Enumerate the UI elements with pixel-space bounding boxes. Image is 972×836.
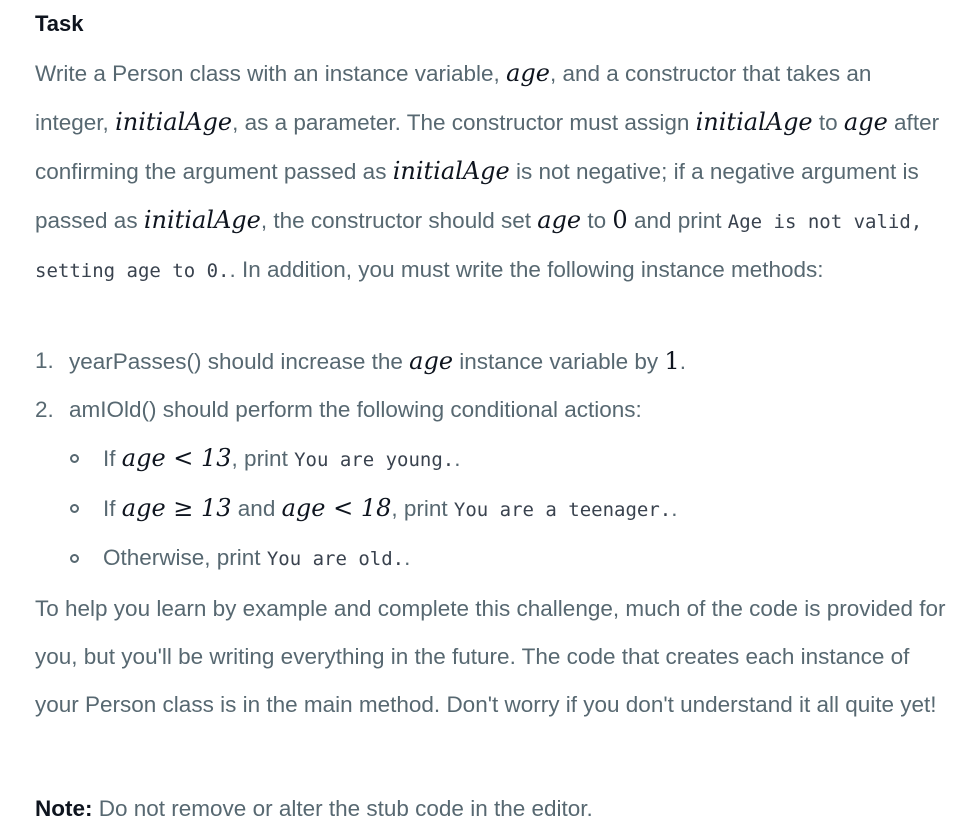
math-initial-age: initialAge xyxy=(115,108,233,136)
method-text: yearPasses() should increase the xyxy=(69,349,410,374)
code-output: You are old. xyxy=(266,548,405,570)
intro-text: , as a parameter. The constructor must a… xyxy=(232,110,696,135)
condition-text: If xyxy=(103,446,122,471)
condition-item-teenager: If age ≥ 13 and age < 18, print You are … xyxy=(69,484,947,534)
math-initial-age: initialAge xyxy=(695,108,813,136)
intro-text: to xyxy=(581,208,613,233)
condition-text: . xyxy=(671,496,678,521)
intro-text: , the constructor should set xyxy=(260,208,538,233)
help-paragraph: To help you learn by example and complet… xyxy=(35,596,946,717)
math-expression: age < 18 xyxy=(281,494,392,522)
condition-text: . xyxy=(454,446,461,471)
math-age: age xyxy=(843,108,888,136)
intro-text: and print xyxy=(627,208,728,233)
note-paragraph: Note: Do not remove or alter the stub co… xyxy=(35,782,947,836)
method-text: amIOld() should perform the following co… xyxy=(69,397,642,422)
condition-text: and xyxy=(231,496,282,521)
math-initial-age: initialAge xyxy=(143,206,261,234)
method-text: instance variable by xyxy=(453,349,665,374)
method-item-am-i-old: 2. amIOld() should perform the following … xyxy=(35,386,947,583)
condition-text: , print xyxy=(231,446,295,471)
conditions-list: If age < 13, print You are young.. If ag… xyxy=(69,434,947,583)
condition-text: . xyxy=(404,545,411,570)
math-one: 1 xyxy=(664,347,680,375)
bullet-icon xyxy=(70,454,79,463)
intro-text: to xyxy=(812,110,844,135)
list-marker: 2. xyxy=(35,397,54,422)
methods-list: 1. yearPasses() should increase the age i… xyxy=(35,337,947,583)
code-output: You are young. xyxy=(294,449,455,471)
intro-text: . In addition, you must write the follow… xyxy=(229,257,824,282)
method-text: . xyxy=(679,349,686,374)
bullet-icon xyxy=(70,554,79,563)
bullet-icon xyxy=(70,504,79,513)
math-age: age xyxy=(537,206,582,234)
method-item-year-passes: 1. yearPasses() should increase the age i… xyxy=(35,337,947,386)
math-expression: age ≥ 13 xyxy=(121,494,232,522)
condition-text: , print xyxy=(391,496,454,521)
condition-item-young: If age < 13, print You are young.. xyxy=(69,434,947,484)
condition-text: Otherwise, print xyxy=(103,545,267,570)
math-age: age xyxy=(409,347,454,375)
code-output: You are a teenager. xyxy=(453,499,672,521)
task-heading: Task xyxy=(35,11,84,36)
intro-paragraph: Write a Person class with an instance va… xyxy=(35,49,947,295)
list-marker: 1. xyxy=(35,348,54,373)
condition-item-old: Otherwise, print You are old.. xyxy=(69,534,947,583)
note-label: Note: xyxy=(35,796,93,821)
intro-text: Write a Person class with an instance va… xyxy=(35,61,507,86)
math-zero: 0 xyxy=(612,206,628,234)
math-initial-age: initialAge xyxy=(392,157,510,185)
math-age: age xyxy=(506,59,550,87)
math-expression: age < 13 xyxy=(121,444,232,472)
condition-text: If xyxy=(103,496,122,521)
note-text: Do not remove or alter the stub code in … xyxy=(92,796,593,821)
